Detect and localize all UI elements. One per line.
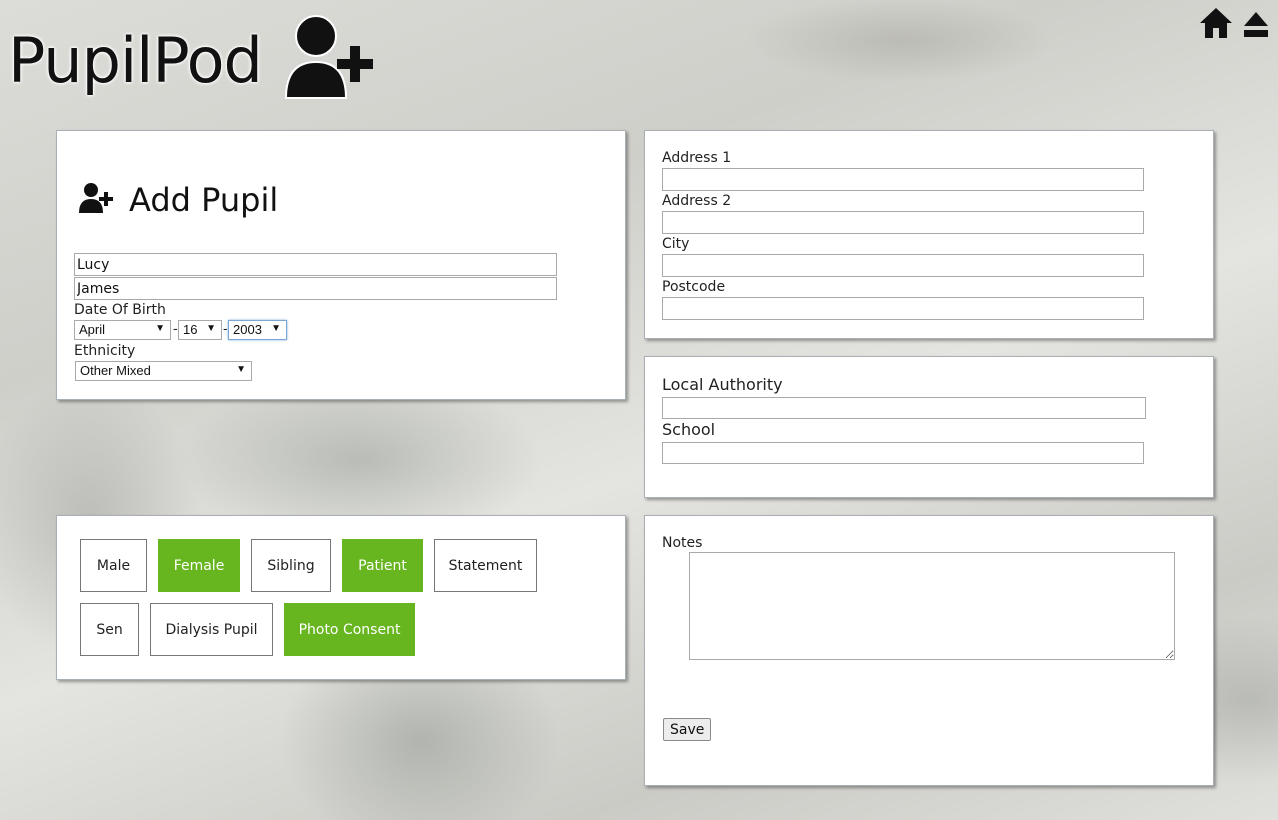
panel-header: Add Pupil [79, 181, 278, 219]
dob-month-select[interactable]: April ▼ [74, 320, 171, 340]
school-label: School [662, 420, 716, 439]
pupil-tags-panel: Male Female Sibling Patient Statement Se… [56, 515, 626, 680]
pupil-details-panel: Add Pupil Date Of Birth April ▼ - 16 ▼ -… [56, 130, 626, 400]
dob-label: Date Of Birth [74, 302, 166, 318]
address2-label: Address 2 [662, 193, 732, 209]
address1-label: Address 1 [662, 150, 732, 166]
first-name-field[interactable] [74, 253, 557, 276]
tag-sen-button[interactable]: Sen [80, 603, 139, 656]
city-label: City [662, 236, 690, 252]
last-name-field[interactable] [74, 277, 557, 300]
chevron-down-icon: ▼ [236, 364, 246, 375]
home-icon[interactable] [1198, 6, 1234, 44]
date-separator: - [223, 322, 228, 337]
tag-female-button[interactable]: Female [158, 539, 240, 592]
ethnicity-select[interactable]: Other Mixed ▼ [75, 361, 252, 381]
tag-male-button[interactable]: Male [80, 539, 147, 592]
dob-day-select[interactable]: 16 ▼ [178, 320, 222, 340]
local-authority-label: Local Authority [662, 375, 783, 394]
add-user-logo-icon [284, 14, 380, 106]
save-button[interactable]: Save [663, 718, 712, 741]
add-user-icon [79, 182, 115, 218]
date-separator: - [173, 322, 178, 337]
dob-year-value: 2003 [233, 322, 262, 337]
dob-month-value: April [79, 322, 106, 337]
tag-dialysis-pupil-button[interactable]: Dialysis Pupil [150, 603, 273, 656]
notes-label: Notes [662, 535, 703, 551]
notes-panel: Notes Save [644, 515, 1214, 786]
postcode-field[interactable] [662, 297, 1144, 320]
dob-day-value: 16 [183, 322, 198, 337]
address2-field[interactable] [662, 211, 1144, 234]
ethnicity-value: Other Mixed [80, 363, 151, 378]
postcode-label: Postcode [662, 279, 726, 295]
chevron-down-icon: ▼ [206, 323, 216, 334]
tag-sibling-button[interactable]: Sibling [251, 539, 331, 592]
app-logo: PupilPod [8, 14, 380, 106]
ethnicity-label: Ethnicity [74, 343, 136, 359]
tag-patient-button[interactable]: Patient [342, 539, 423, 592]
address-panel: Address 1 Address 2 City Postcode [644, 130, 1214, 339]
chevron-down-icon: ▼ [155, 323, 165, 334]
logo-text: PupilPod [8, 23, 263, 97]
page-title: Add Pupil [129, 181, 279, 219]
local-authority-field[interactable] [662, 397, 1146, 419]
dob-year-select[interactable]: 2003 ▼ [228, 320, 287, 340]
notes-textarea[interactable] [689, 552, 1175, 660]
school-panel: Local Authority School [644, 356, 1214, 498]
school-field[interactable] [662, 442, 1144, 464]
eject-icon[interactable] [1242, 6, 1270, 44]
header-toolbar [1198, 6, 1270, 44]
tag-photo-consent-button[interactable]: Photo Consent [284, 603, 415, 656]
chevron-down-icon: ▼ [271, 323, 281, 334]
tag-statement-button[interactable]: Statement [434, 539, 537, 592]
city-field[interactable] [662, 254, 1144, 277]
address1-field[interactable] [662, 168, 1144, 191]
